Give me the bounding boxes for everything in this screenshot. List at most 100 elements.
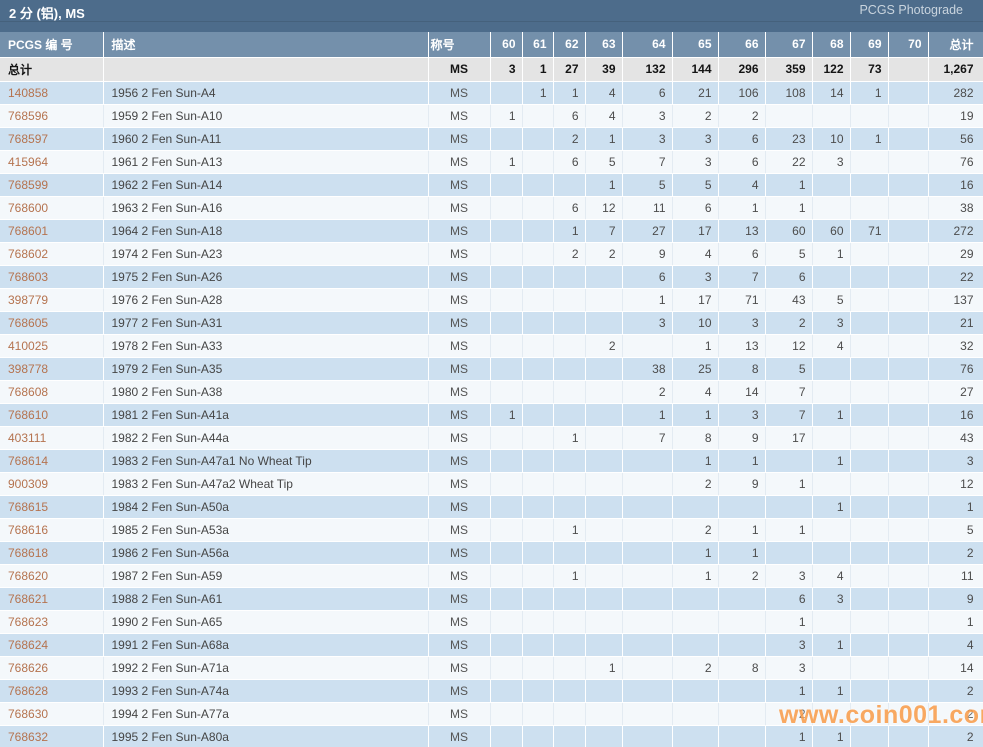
table-row: 7686201987 2 Fen Sun-A59MS1123411 [0, 564, 983, 587]
pcgs-number-link[interactable]: 398779 [0, 288, 103, 311]
grade-63-cell: 2 [585, 242, 622, 265]
row-total-cell: 5 [928, 518, 983, 541]
table-row: 7686211988 2 Fen Sun-A61MS639 [0, 587, 983, 610]
pcgs-number-link[interactable]: 768626 [0, 656, 103, 679]
pcgs-number-link[interactable]: 768618 [0, 541, 103, 564]
grade-62-cell [553, 541, 585, 564]
pcgs-number-link[interactable]: 768601 [0, 219, 103, 242]
grade-60-cell [490, 357, 522, 380]
pcgs-number-link[interactable]: 403111 [0, 426, 103, 449]
grade-69-cell [850, 196, 888, 219]
pcgs-number-link[interactable]: 768608 [0, 380, 103, 403]
pcgs-number-link[interactable]: 768621 [0, 587, 103, 610]
col-header-grade-60: 60 [490, 32, 522, 57]
row-total-cell: 11 [928, 564, 983, 587]
grade-61-cell [522, 633, 553, 656]
grade-67-cell: 1 [765, 173, 812, 196]
pcgs-number-link[interactable]: 768632 [0, 725, 103, 747]
designation-cell: MS [428, 472, 490, 495]
pcgs-number-link[interactable]: 768610 [0, 403, 103, 426]
row-total-cell: 2 [928, 725, 983, 747]
pcgs-number-link[interactable]: 768600 [0, 196, 103, 219]
col-header-grade-61: 61 [522, 32, 553, 57]
designation-cell: MS [428, 334, 490, 357]
pcgs-number-link[interactable]: 768628 [0, 679, 103, 702]
grade-68-cell: 1 [812, 449, 850, 472]
grade-66-cell [718, 702, 765, 725]
designation-cell: MS [428, 311, 490, 334]
grade-61-cell [522, 449, 553, 472]
pcgs-number-link[interactable]: 768597 [0, 127, 103, 150]
pcgs-number-link[interactable]: 900309 [0, 472, 103, 495]
pcgs-number-link[interactable]: 768605 [0, 311, 103, 334]
grade-64-cell [622, 541, 672, 564]
grade-64-cell: 3 [622, 104, 672, 127]
grade-62-cell [553, 357, 585, 380]
pcgs-number-link[interactable]: 768602 [0, 242, 103, 265]
grade-67-cell: 60 [765, 219, 812, 242]
grade-69-cell [850, 380, 888, 403]
row-total-cell: 16 [928, 173, 983, 196]
grade-61-cell [522, 311, 553, 334]
grade-62-cell [553, 380, 585, 403]
grade-68-cell: 1 [812, 495, 850, 518]
totals-grade-64: 132 [622, 57, 672, 81]
coin-description: 1986 2 Fen Sun-A56a [103, 541, 428, 564]
grade-66-cell: 6 [718, 242, 765, 265]
grade-62-cell [553, 311, 585, 334]
totals-grand-total: 1,267 [928, 57, 983, 81]
grade-60-cell [490, 541, 522, 564]
pcgs-number-link[interactable]: 768599 [0, 173, 103, 196]
pcgs-number-link[interactable]: 768615 [0, 495, 103, 518]
grade-60-cell [490, 495, 522, 518]
grade-67-cell: 1 [765, 610, 812, 633]
grade-68-cell [812, 472, 850, 495]
pcgs-number-link[interactable]: 410025 [0, 334, 103, 357]
grade-62-cell [553, 587, 585, 610]
grade-70-cell [888, 173, 928, 196]
grade-63-cell: 5 [585, 150, 622, 173]
designation-cell: MS [428, 403, 490, 426]
grade-68-cell: 4 [812, 564, 850, 587]
grade-66-cell [718, 679, 765, 702]
pcgs-number-link[interactable]: 140858 [0, 81, 103, 104]
grade-61-cell [522, 150, 553, 173]
grade-68-cell: 1 [812, 242, 850, 265]
grade-70-cell [888, 702, 928, 725]
pcgs-number-link[interactable]: 768623 [0, 610, 103, 633]
grade-67-cell: 3 [765, 656, 812, 679]
grade-63-cell [585, 702, 622, 725]
pcgs-number-link[interactable]: 415964 [0, 150, 103, 173]
grade-64-cell [622, 725, 672, 747]
pcgs-number-link[interactable]: 768616 [0, 518, 103, 541]
pcgs-number-link[interactable]: 768603 [0, 265, 103, 288]
pcgs-number-link[interactable]: 768614 [0, 449, 103, 472]
pcgs-number-link[interactable]: 768596 [0, 104, 103, 127]
pcgs-number-link[interactable]: 768620 [0, 564, 103, 587]
pcgs-number-link[interactable]: 768624 [0, 633, 103, 656]
grade-63-cell [585, 495, 622, 518]
grade-70-cell [888, 380, 928, 403]
grade-68-cell: 1 [812, 679, 850, 702]
coin-description: 1960 2 Fen Sun-A11 [103, 127, 428, 150]
col-header-grade-64: 64 [622, 32, 672, 57]
grade-62-cell [553, 472, 585, 495]
grade-68-cell: 3 [812, 150, 850, 173]
grade-61-cell [522, 472, 553, 495]
grade-65-cell [672, 702, 718, 725]
grade-70-cell [888, 242, 928, 265]
grade-67-cell: 3 [765, 564, 812, 587]
table-row: 7686141983 2 Fen Sun-A47a1 No Wheat TipM… [0, 449, 983, 472]
grade-60-cell [490, 196, 522, 219]
pcgs-number-link[interactable]: 398778 [0, 357, 103, 380]
grade-62-cell [553, 702, 585, 725]
table-row: 7685961959 2 Fen Sun-A10MS16432219 [0, 104, 983, 127]
grade-68-cell [812, 541, 850, 564]
pcgs-number-link[interactable]: 768630 [0, 702, 103, 725]
grade-70-cell [888, 679, 928, 702]
grade-67-cell [765, 541, 812, 564]
grade-69-cell [850, 426, 888, 449]
grade-68-cell [812, 265, 850, 288]
photograde-link[interactable]: PCGS Photograde [859, 3, 963, 17]
designation-cell: MS [428, 633, 490, 656]
